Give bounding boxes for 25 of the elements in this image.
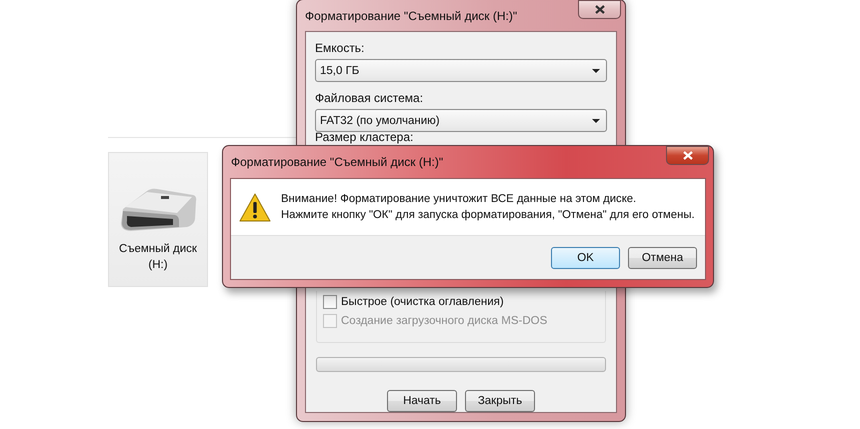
field-label: Емкость: [315,40,366,56]
close-icon [682,151,692,160]
window-title: Форматирование "Съемный диск (H:)" [305,8,518,22]
dialog-title: Форматирование "Съемный диск (H:)" [231,155,444,169]
caret-icon [592,118,600,122]
warning-icon [239,192,271,222]
caret-icon [592,68,600,72]
drive-label: Съемный диск (H:) [118,242,198,273]
dropdown[interactable]: 15,0 ГБ [315,59,607,82]
field-label: Файловая система: [315,90,424,106]
close-button[interactable] [578,0,621,19]
drive-tile[interactable]: Съемный диск (H:) [108,152,208,287]
dialog-button[interactable]: OK [551,246,620,268]
checkbox[interactable] [323,295,337,309]
dialog-button[interactable]: Начать [387,390,457,412]
checkbox-label: Создание загрузочного диска MS-DOS [341,315,548,327]
checkbox-label: Быстрое (очистка оглавления) [341,296,504,308]
warning-message: Внимание! Форматирование уничтожит ВСЕ данные на этом диске. [281,192,638,207]
close-button[interactable] [666,146,709,165]
field-label: Размер кластера: [315,131,414,144]
dropdown[interactable]: FAT32 (по умолчанию) [315,109,607,132]
close-icon [594,5,604,14]
dialog-button[interactable]: Закрыть [465,390,535,412]
dialog-button[interactable]: Отмена [628,246,697,268]
warning-message: Нажмите кнопку "ОК" для запуска форматирования, "Отмена" для его отмены. [281,208,695,223]
